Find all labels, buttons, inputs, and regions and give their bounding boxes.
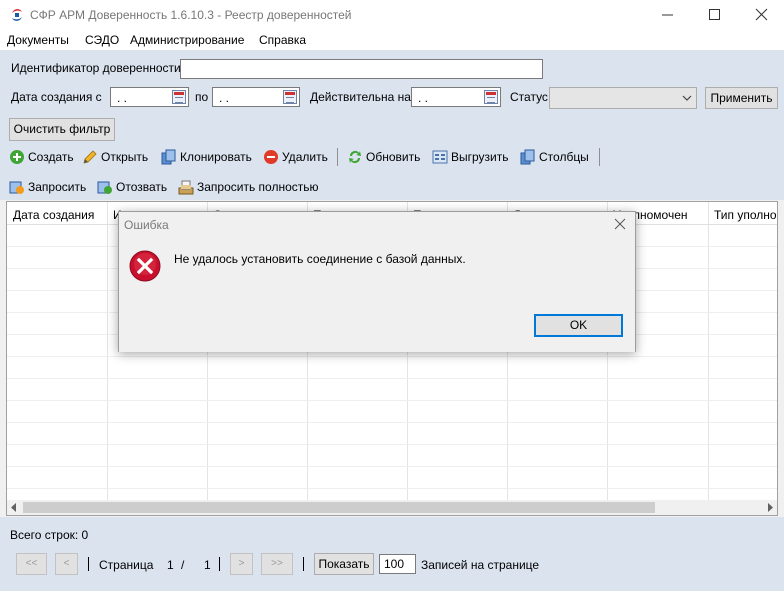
error-message: Не удалось установить соединение с базой… xyxy=(174,252,466,266)
menu-documents[interactable]: Документы xyxy=(7,33,69,47)
delete-label: Удалить xyxy=(282,150,328,164)
created-from-value: . . xyxy=(117,91,128,105)
maximize-button[interactable] xyxy=(692,0,737,30)
row-divider xyxy=(7,466,777,467)
scroll-left-icon[interactable] xyxy=(10,503,18,512)
per-page-input[interactable]: 100 xyxy=(379,554,416,574)
created-from-date-field[interactable]: . . xyxy=(110,87,189,107)
dialog-close-icon[interactable] xyxy=(613,217,627,231)
menu-administration[interactable]: Администрирование xyxy=(130,33,244,47)
id-label: Идентификатор доверенности xyxy=(11,61,181,75)
close-button[interactable] xyxy=(739,0,784,30)
scrollbar-thumb[interactable] xyxy=(23,502,655,513)
clone-label: Клонировать xyxy=(180,150,252,164)
calendar-icon[interactable] xyxy=(172,90,186,104)
refresh-label: Обновить xyxy=(366,150,421,164)
clone-icon xyxy=(161,149,176,165)
page-label: Страница xyxy=(99,558,154,572)
create-label: Создать xyxy=(28,150,74,164)
to-label: по xyxy=(195,90,209,104)
revoke-icon xyxy=(97,181,112,194)
export-icon xyxy=(432,150,448,164)
calendar-icon[interactable] xyxy=(283,90,297,104)
prev-page-button[interactable]: < xyxy=(55,553,78,575)
page-total: 1 xyxy=(204,558,211,572)
apply-button[interactable]: Применить xyxy=(705,87,778,109)
request-full-label: Запросить полностью xyxy=(197,180,319,194)
valid-on-label: Действительна на xyxy=(310,90,411,104)
minimize-button[interactable] xyxy=(645,0,690,30)
columns-label: Столбцы xyxy=(539,150,589,164)
created-to-date-field[interactable]: . . xyxy=(212,87,300,107)
id-input[interactable] xyxy=(180,59,543,79)
valid-on-date-field[interactable]: . . xyxy=(411,87,501,107)
pencil-icon xyxy=(83,150,97,164)
menu-sedo[interactable]: СЭДО xyxy=(85,33,119,47)
pager-separator xyxy=(88,557,89,571)
toolbar-separator xyxy=(599,148,600,166)
page-separator: / xyxy=(181,558,185,572)
menu-help[interactable]: Справка xyxy=(259,33,306,47)
row-divider xyxy=(7,444,777,445)
ok-button[interactable]: OK xyxy=(534,314,623,337)
status-label: Статус xyxy=(510,90,548,104)
request-full-icon xyxy=(178,180,194,195)
calendar-icon[interactable] xyxy=(484,90,498,104)
revoke-label: Отозвать xyxy=(116,180,168,194)
next-page-button[interactable]: > xyxy=(230,553,253,575)
request-label: Запросить xyxy=(28,180,87,194)
add-icon xyxy=(10,150,24,164)
last-page-button[interactable]: >> xyxy=(261,553,293,575)
open-label: Открыть xyxy=(101,150,149,164)
clear-filter-button[interactable]: Очистить фильтр xyxy=(9,118,115,141)
status-select[interactable] xyxy=(549,87,697,109)
pager-separator xyxy=(219,557,220,571)
delete-icon xyxy=(264,150,278,164)
valid-on-value: . . xyxy=(418,91,429,105)
row-divider xyxy=(7,488,777,489)
row-divider xyxy=(7,422,777,423)
error-icon xyxy=(129,250,161,282)
app-logo-icon xyxy=(12,9,22,21)
created-from-label: Дата создания с xyxy=(11,90,102,104)
pager-separator xyxy=(303,557,304,571)
title-bar: СФР АРМ Доверенность 1.6.10.3 - Реестр д… xyxy=(0,0,784,30)
created-to-value: . . xyxy=(219,91,230,105)
toolbar-separator xyxy=(337,148,338,166)
horizontal-scrollbar[interactable] xyxy=(7,500,777,515)
chevron-down-icon xyxy=(682,95,692,101)
first-page-button[interactable]: << xyxy=(16,553,47,575)
row-divider xyxy=(7,356,777,357)
row-divider xyxy=(7,400,777,401)
page-current: 1 xyxy=(167,558,174,572)
show-button[interactable]: Показать xyxy=(314,553,374,575)
per-page-label: Записей на странице xyxy=(421,558,540,572)
dialog-body: Не удалось установить соединение с базой… xyxy=(119,238,635,352)
scroll-right-icon[interactable] xyxy=(766,503,774,512)
export-label: Выгрузить xyxy=(451,150,509,164)
columns-icon xyxy=(520,149,535,165)
total-rows: Всего строк: 0 xyxy=(10,528,89,542)
maximize-icon xyxy=(709,9,720,20)
refresh-icon xyxy=(349,151,361,163)
minimize-icon xyxy=(662,14,673,16)
column-header[interactable]: Тип уполно xyxy=(714,208,777,222)
error-dialog: Ошибка Не удалось установить соединение … xyxy=(118,211,636,352)
dialog-title: Ошибка xyxy=(124,218,169,232)
column-header[interactable]: Дата создания xyxy=(13,208,105,222)
row-divider xyxy=(7,378,777,379)
request-icon xyxy=(9,181,24,194)
close-icon xyxy=(755,8,768,21)
window-title: СФР АРМ Доверенность 1.6.10.3 - Реестр д… xyxy=(30,8,352,22)
